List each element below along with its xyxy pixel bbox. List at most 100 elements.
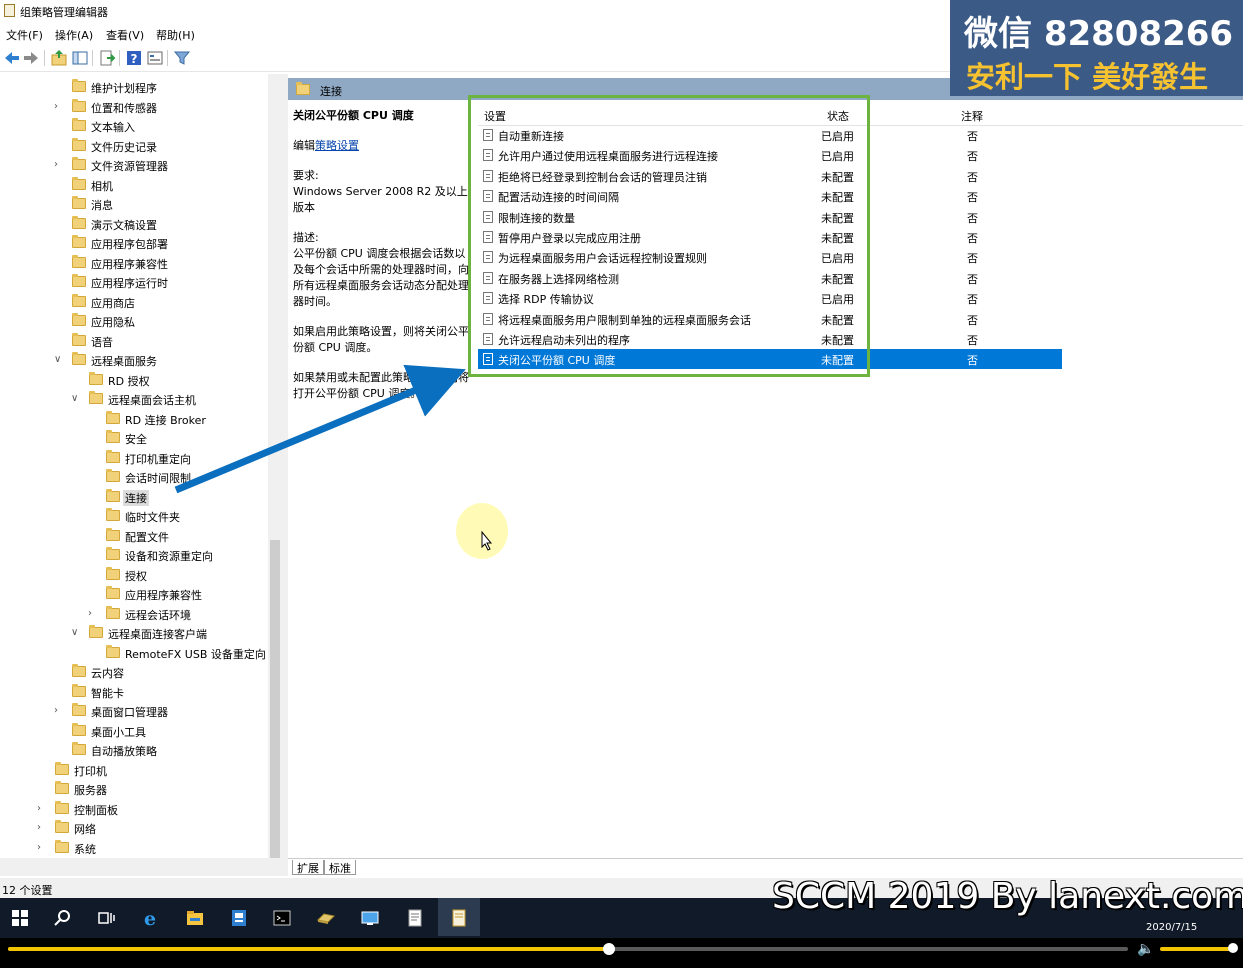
menu-file[interactable]: 文件(F) <box>6 27 43 43</box>
export-list-icon[interactable] <box>98 49 116 67</box>
tree-item-label: 连接 <box>123 489 149 506</box>
tree-item-label: 打印机重定向 <box>125 452 191 466</box>
volume-slider[interactable] <box>1160 947 1234 951</box>
description-label: 描述: <box>293 231 319 244</box>
collapse-chevron-icon[interactable]: ∨ <box>54 354 64 365</box>
file-explorer-icon[interactable] <box>185 908 205 928</box>
tree-item-label: 授权 <box>125 569 147 583</box>
policy-comment: 否 <box>967 293 978 307</box>
progress-fill <box>8 947 610 951</box>
tab-extended[interactable]: 扩展 <box>292 860 324 875</box>
collapse-chevron-icon[interactable]: ∨ <box>71 393 81 404</box>
folder-icon <box>72 293 86 307</box>
tree-item-label: 应用程序包部署 <box>91 238 168 251</box>
folder-icon <box>55 781 69 794</box>
drive-icon[interactable] <box>316 908 336 928</box>
folder-icon <box>106 605 120 619</box>
folder-icon <box>72 137 86 151</box>
server-manager-icon[interactable] <box>229 908 249 928</box>
folder-icon <box>106 488 120 502</box>
expand-chevron-icon[interactable]: › <box>37 803 47 814</box>
tree-item-label: RD 连接 Broker <box>125 413 206 427</box>
folder-icon <box>106 566 120 580</box>
group-policy-taskbar-icon <box>452 909 466 927</box>
folder-icon <box>89 625 103 638</box>
taskbar-date: 2020/7/15 <box>1146 922 1198 933</box>
folder-icon <box>106 469 120 482</box>
tree-item-label: 系统 <box>74 842 96 856</box>
expand-chevron-icon[interactable]: › <box>37 822 47 833</box>
tree-item-label: 网络 <box>74 823 96 836</box>
folder-icon <box>55 820 69 833</box>
tree-item-label: 消息 <box>91 199 113 212</box>
folder-icon <box>72 215 86 229</box>
policy-comment: 否 <box>967 191 978 205</box>
policy-comment: 否 <box>967 232 978 245</box>
folder-icon <box>72 176 86 190</box>
tree-item-label: 文件资源管理器 <box>91 160 168 173</box>
tree-item-label: 打印机 <box>74 764 107 778</box>
folder-icon <box>72 98 86 112</box>
command-prompt-icon[interactable] <box>272 908 292 928</box>
show-hide-tree-icon[interactable] <box>71 49 89 67</box>
tree-item-label: 语音 <box>91 335 113 349</box>
column-comment[interactable]: 注释 <box>961 108 983 124</box>
folder-icon <box>106 547 120 560</box>
folder-icon <box>89 371 103 385</box>
collapse-chevron-icon[interactable]: ∨ <box>71 627 81 638</box>
description-text: 公平份额 CPU 调度会根据会话数以及每个会话中所需的处理器时间，向所有远程桌面… <box>293 247 469 308</box>
extended-description: 关闭公平份额 CPU 调度 编辑策略设置 要求: Windows Server … <box>293 108 473 402</box>
volume-icon[interactable]: 🔈 <box>1137 941 1154 957</box>
progress-handle[interactable] <box>603 943 616 955</box>
tree-horizontal-scrollbar[interactable] <box>0 858 282 876</box>
expand-chevron-icon[interactable]: › <box>54 101 64 112</box>
tree-item-label: 应用程序兼容性 <box>125 589 202 602</box>
tab-standard[interactable]: 标准 <box>324 860 356 875</box>
up-folder-icon[interactable] <box>50 49 68 67</box>
menu-action[interactable]: 操作(A) <box>55 27 93 43</box>
tree-vertical-scrollbar[interactable] <box>268 74 282 864</box>
expand-chevron-icon[interactable]: › <box>37 842 47 853</box>
policy-comment: 否 <box>967 150 978 164</box>
tree-item-label: 临时文件夹 <box>125 511 180 524</box>
filter-icon[interactable] <box>173 49 191 67</box>
policy-comment: 否 <box>967 354 978 368</box>
tree-pane: 维护计划程序 › 位置和传感器 文本输入 文件历史记录 › 文件资源管理器 相机 消息 演示文稿设… <box>0 74 270 858</box>
folder-icon <box>72 235 86 248</box>
expand-chevron-icon[interactable]: › <box>54 159 64 170</box>
policy-comment: 否 <box>967 211 978 225</box>
progress-bar[interactable] <box>8 943 1128 955</box>
folder-icon <box>72 332 86 346</box>
wechat-line-2: 安利一下 美好發生 <box>966 60 1209 94</box>
tree-item-label: 云内容 <box>91 667 124 680</box>
search-icon[interactable] <box>53 908 73 928</box>
task-view-icon[interactable] <box>96 908 116 928</box>
volume-handle[interactable] <box>1228 943 1238 953</box>
menu-help[interactable]: 帮助(H) <box>156 27 195 43</box>
internet-explorer-icon[interactable]: e <box>140 908 160 928</box>
back-arrow-icon[interactable] <box>3 49 21 67</box>
folder-icon <box>72 664 86 677</box>
policy-settings-link[interactable]: 策略设置 <box>315 139 359 152</box>
tree-item-label: 应用隐私 <box>91 316 135 329</box>
forward-arrow-icon[interactable] <box>22 49 40 67</box>
wechat-watermark-box: 微信 82808266 安利一下 美好發生 <box>950 0 1243 96</box>
help-icon[interactable]: ? <box>125 49 143 67</box>
menu-view[interactable]: 查看(V) <box>106 27 144 43</box>
folder-icon <box>106 644 120 658</box>
policy-comment: 否 <box>967 252 978 266</box>
video-watermark: SCCM 2019 By lanext.com <box>772 876 1243 917</box>
tree-scroll-thumb[interactable] <box>270 540 280 864</box>
active-taskbar-item[interactable] <box>438 898 480 936</box>
remote-desktop-icon[interactable] <box>360 908 380 928</box>
requirements-text: Windows Server 2008 R2 及以上版本 <box>293 185 468 214</box>
tree-item-label: 安全 <box>125 433 147 446</box>
properties-icon[interactable] <box>146 49 164 67</box>
expand-chevron-icon[interactable]: › <box>54 705 64 716</box>
folder-icon <box>72 742 86 755</box>
document-icon[interactable] <box>405 908 425 928</box>
expand-chevron-icon[interactable]: › <box>88 608 98 619</box>
windows-start-icon[interactable] <box>10 908 30 928</box>
folder-icon <box>72 703 86 716</box>
wechat-line-1: 微信 82808266 <box>964 14 1234 54</box>
